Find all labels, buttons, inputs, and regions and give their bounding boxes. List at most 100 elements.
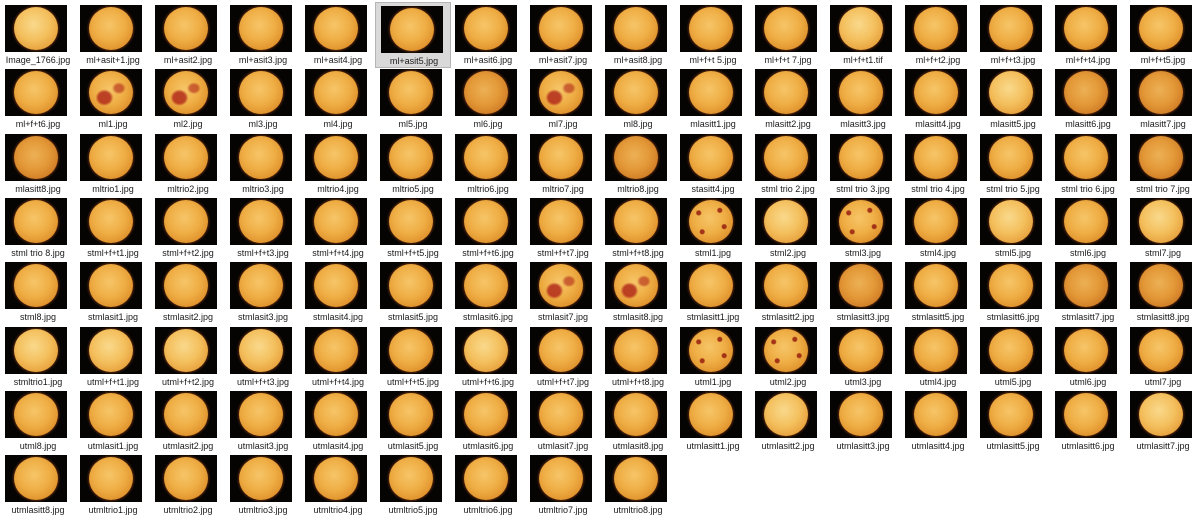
file-item[interactable]: utml5.jpg — [975, 324, 1051, 390]
file-item[interactable]: ml+f+t2.jpg — [900, 2, 976, 68]
file-item[interactable]: stml+f+t6.jpg — [450, 195, 526, 261]
file-item[interactable]: stml4.jpg — [900, 195, 976, 261]
file-item[interactable]: stml+f+t2.jpg — [150, 195, 226, 261]
file-item[interactable]: stmlasit2.jpg — [150, 259, 226, 325]
file-item[interactable]: ml+asit+1.jpg — [75, 2, 151, 68]
file-item[interactable]: stml+f+t4.jpg — [300, 195, 376, 261]
file-item[interactable]: utmltrio7.jpg — [525, 452, 601, 518]
file-item[interactable]: ml7.jpg — [525, 66, 601, 132]
file-item[interactable]: ml+f+t1.tif — [825, 2, 901, 68]
file-item[interactable]: stml7.jpg — [1125, 195, 1192, 261]
file-item[interactable]: stmlasit5.jpg — [375, 259, 451, 325]
file-item[interactable]: stmlasit8.jpg — [600, 259, 676, 325]
file-item[interactable]: utmlasit4.jpg — [300, 388, 376, 454]
file-item[interactable]: stml+f+t7.jpg — [525, 195, 601, 261]
file-item[interactable]: stml2.jpg — [750, 195, 826, 261]
file-item[interactable]: stml+f+t1.jpg — [75, 195, 151, 261]
file-item[interactable]: utmlasit1.jpg — [75, 388, 151, 454]
file-item[interactable]: utml3.jpg — [825, 324, 901, 390]
file-item[interactable]: utmltrio3.jpg — [225, 452, 301, 518]
file-item[interactable]: utmlasit6.jpg — [450, 388, 526, 454]
file-item[interactable]: mltrio3.jpg — [225, 131, 301, 197]
file-item[interactable]: ml8.jpg — [600, 66, 676, 132]
file-item[interactable]: stml8.jpg — [0, 259, 76, 325]
file-item[interactable]: ml+asit6.jpg — [450, 2, 526, 68]
file-item[interactable]: stml6.jpg — [1050, 195, 1126, 261]
file-item[interactable]: utmltrio1.jpg — [75, 452, 151, 518]
file-item[interactable]: stmlasitt3.jpg — [825, 259, 901, 325]
file-item[interactable]: Image_1766.jpg — [0, 2, 76, 68]
file-item[interactable]: ml4.jpg — [300, 66, 376, 132]
file-item[interactable]: stmlasitt8.jpg — [1125, 259, 1192, 325]
file-item[interactable]: utmlasit2.jpg — [150, 388, 226, 454]
file-item[interactable]: utmlasitt4.jpg — [900, 388, 976, 454]
file-item[interactable]: utml+f+t7.jpg — [525, 324, 601, 390]
file-item[interactable]: stmlasit7.jpg — [525, 259, 601, 325]
file-item[interactable]: stml1.jpg — [675, 195, 751, 261]
file-item[interactable]: stmlasitt2.jpg — [750, 259, 826, 325]
file-item[interactable]: utml+f+t2.jpg — [150, 324, 226, 390]
file-item[interactable]: utmlasit3.jpg — [225, 388, 301, 454]
file-item[interactable]: stml trio 4.jpg — [900, 131, 976, 197]
file-item[interactable]: stmlasit4.jpg — [300, 259, 376, 325]
file-item[interactable]: ml+f+t4.jpg — [1050, 2, 1126, 68]
file-item[interactable]: stml+f+t8.jpg — [600, 195, 676, 261]
file-item[interactable]: utmlasitt1.jpg — [675, 388, 751, 454]
file-item[interactable]: stmlasit6.jpg — [450, 259, 526, 325]
file-item[interactable]: utmlasitt7.jpg — [1125, 388, 1192, 454]
file-item[interactable]: stasitt4.jpg — [675, 131, 751, 197]
file-item[interactable]: ml+asit8.jpg — [600, 2, 676, 68]
file-item[interactable]: utmltrio8.jpg — [600, 452, 676, 518]
file-item[interactable]: utml+f+t5.jpg — [375, 324, 451, 390]
file-item[interactable]: utmlasitt5.jpg — [975, 388, 1051, 454]
file-item[interactable]: stmltrio1.jpg — [0, 324, 76, 390]
file-item[interactable]: mlasitt5.jpg — [975, 66, 1051, 132]
file-item[interactable]: mlasitt8.jpg — [0, 131, 76, 197]
file-item[interactable]: utml+f+t8.jpg — [600, 324, 676, 390]
file-item[interactable]: mlasitt2.jpg — [750, 66, 826, 132]
file-item[interactable]: ml+f+t 5.jpg — [675, 2, 751, 68]
file-item[interactable]: utmltrio2.jpg — [150, 452, 226, 518]
file-item[interactable]: utmlasitt3.jpg — [825, 388, 901, 454]
file-item[interactable]: mltrio4.jpg — [300, 131, 376, 197]
file-item[interactable]: mlasitt4.jpg — [900, 66, 976, 132]
file-item[interactable]: stml5.jpg — [975, 195, 1051, 261]
file-item[interactable]: utmlasitt2.jpg — [750, 388, 826, 454]
file-item[interactable]: stml3.jpg — [825, 195, 901, 261]
file-item[interactable]: ml5.jpg — [375, 66, 451, 132]
file-item[interactable]: utmlasitt6.jpg — [1050, 388, 1126, 454]
file-item[interactable]: ml1.jpg — [75, 66, 151, 132]
file-item[interactable]: mltrio7.jpg — [525, 131, 601, 197]
file-item[interactable]: mltrio8.jpg — [600, 131, 676, 197]
file-item[interactable]: utmlasit8.jpg — [600, 388, 676, 454]
file-item[interactable]: stmlasitt5.jpg — [900, 259, 976, 325]
file-item[interactable]: mltrio6.jpg — [450, 131, 526, 197]
file-item[interactable]: ml+asit2.jpg — [150, 2, 226, 68]
file-item[interactable]: utmlasitt8.jpg — [0, 452, 76, 518]
file-item[interactable]: mlasitt1.jpg — [675, 66, 751, 132]
file-item[interactable]: ml2.jpg — [150, 66, 226, 132]
file-item[interactable]: stml trio 8.jpg — [0, 195, 76, 261]
file-item[interactable]: utmltrio4.jpg — [300, 452, 376, 518]
file-item[interactable]: utml7.jpg — [1125, 324, 1192, 390]
file-item[interactable]: stml trio 5.jpg — [975, 131, 1051, 197]
file-item[interactable]: stml trio 3.jpg — [825, 131, 901, 197]
file-item[interactable]: mltrio1.jpg — [75, 131, 151, 197]
file-item[interactable]: ml+asit5.jpg — [375, 2, 451, 68]
file-item[interactable]: utml+f+t3.jpg — [225, 324, 301, 390]
file-item[interactable]: utml8.jpg — [0, 388, 76, 454]
file-item[interactable]: stml trio 7.jpg — [1125, 131, 1192, 197]
file-item[interactable]: ml+asit4.jpg — [300, 2, 376, 68]
file-item[interactable]: ml+f+t 7.jpg — [750, 2, 826, 68]
file-item[interactable]: mlasitt7.jpg — [1125, 66, 1192, 132]
file-item[interactable]: utml1.jpg — [675, 324, 751, 390]
file-item[interactable]: stmlasit1.jpg — [75, 259, 151, 325]
file-item[interactable]: ml+f+t6.jpg — [0, 66, 76, 132]
file-item[interactable]: utml+f+t1.jpg — [75, 324, 151, 390]
file-item[interactable]: stmlasitt1.jpg — [675, 259, 751, 325]
file-item[interactable]: utmlasit7.jpg — [525, 388, 601, 454]
file-item[interactable]: stmlasitt6.jpg — [975, 259, 1051, 325]
file-item[interactable]: mltrio2.jpg — [150, 131, 226, 197]
file-item[interactable]: utml4.jpg — [900, 324, 976, 390]
file-item[interactable]: ml+f+t3.jpg — [975, 2, 1051, 68]
